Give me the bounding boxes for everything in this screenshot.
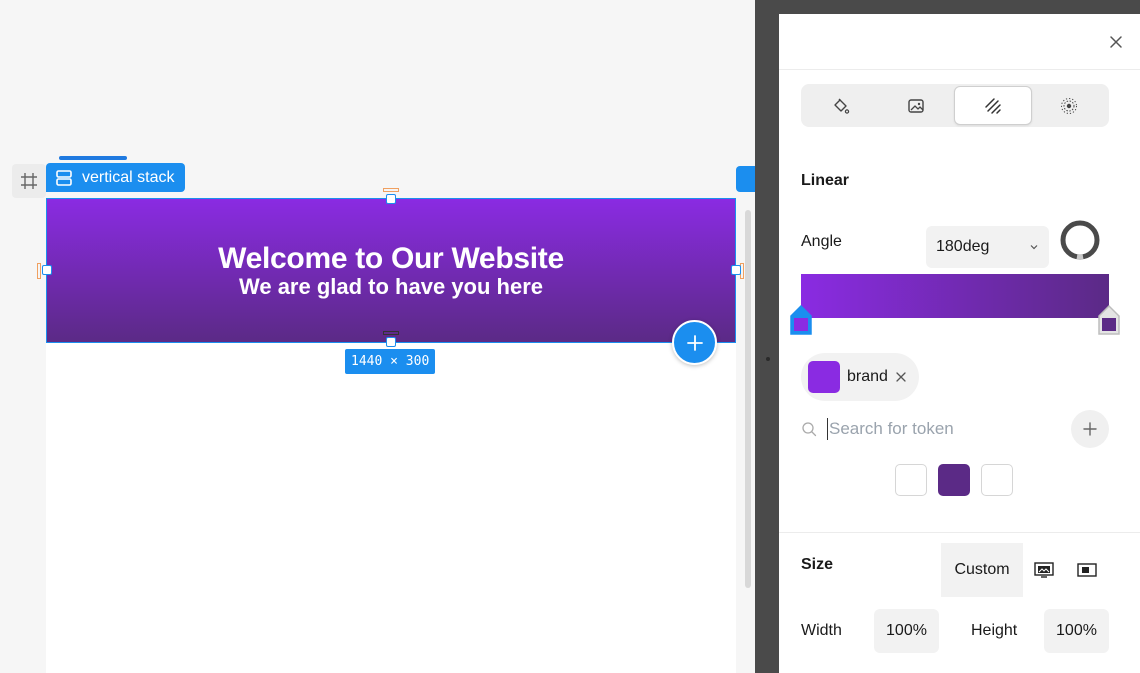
tab-image-fill[interactable]	[879, 86, 955, 125]
image-icon	[908, 98, 924, 113]
search-icon	[802, 422, 817, 437]
close-icon	[1110, 36, 1122, 48]
bottom-padding-marker[interactable]	[383, 331, 399, 335]
gradient-type-title: Linear	[801, 172, 850, 189]
tab-gradient-fill[interactable]	[954, 86, 1032, 125]
right-resize-handle[interactable]	[731, 265, 741, 275]
add-token-button[interactable]	[1071, 410, 1109, 448]
close-button[interactable]	[1106, 32, 1126, 52]
panel-header	[779, 14, 1140, 70]
token-name: brand	[847, 368, 888, 385]
stack-icon	[56, 169, 72, 186]
gradient-icon	[985, 97, 1001, 114]
image-fill-icon	[1034, 562, 1054, 578]
gradient-stop-start[interactable]	[789, 304, 813, 336]
size-custom-button[interactable]: Custom	[941, 543, 1023, 597]
width-input[interactable]: 100%	[874, 609, 939, 653]
left-padding-marker[interactable]	[37, 263, 41, 279]
token-color-swatch	[808, 361, 840, 393]
angle-value: 180deg	[936, 238, 990, 255]
edge-tab[interactable]	[736, 166, 755, 192]
height-input[interactable]: 100%	[1044, 609, 1109, 653]
selection-indicator	[59, 156, 127, 160]
hero-subtitle[interactable]: We are glad to have you here	[239, 274, 543, 300]
fill-type-tabs	[801, 84, 1109, 127]
radial-icon	[1061, 97, 1078, 114]
top-resize-handle[interactable]	[386, 194, 396, 204]
fill-settings-panel: Linear Angle 180deg brand Search for tok…	[779, 14, 1140, 673]
size-fit-button[interactable]	[1073, 556, 1101, 584]
left-resize-handle[interactable]	[42, 265, 52, 275]
bottom-resize-handle[interactable]	[386, 337, 396, 347]
frame-tool-button[interactable]	[12, 164, 46, 198]
token-search-input[interactable]	[827, 418, 1047, 440]
swatch-purple[interactable]	[938, 464, 970, 496]
tab-solid-fill[interactable]	[803, 86, 879, 125]
width-label: Width	[801, 622, 842, 639]
hero-section[interactable]: Welcome to Our Website We are glad to ha…	[46, 198, 736, 343]
top-padding-marker[interactable]	[383, 188, 399, 192]
chevron-down-icon	[1030, 245, 1038, 250]
color-token-chip[interactable]: brand	[801, 353, 919, 401]
stack-badge-label: vertical stack	[82, 168, 175, 186]
token-search	[801, 409, 1109, 449]
frame-icon	[21, 173, 37, 189]
size-fill-button[interactable]	[1030, 556, 1058, 584]
panel-gutter	[755, 0, 779, 673]
recent-swatches	[895, 464, 1013, 496]
plus-icon	[686, 334, 703, 351]
canvas-scrollbar[interactable]	[745, 210, 751, 588]
plus-icon	[1083, 422, 1097, 436]
hero-title[interactable]: Welcome to Our Website	[218, 243, 564, 274]
gradient-stop-end[interactable]	[1097, 304, 1121, 336]
image-fit-icon	[1077, 563, 1097, 577]
angle-select[interactable]: 180deg	[926, 226, 1049, 268]
paint-bucket-icon	[834, 98, 849, 114]
swatch-white-2[interactable]	[981, 464, 1013, 496]
section-divider	[779, 532, 1140, 533]
tab-radial-fill[interactable]	[1032, 86, 1108, 125]
add-section-button[interactable]	[672, 320, 717, 365]
height-label: Height	[971, 622, 1018, 639]
gradient-preview-bar[interactable]	[801, 274, 1109, 318]
gutter-dot	[766, 357, 770, 361]
design-canvas[interactable]: vertical stack Welcome to Our Website We…	[0, 0, 755, 673]
vertical-stack-badge[interactable]: vertical stack	[46, 163, 186, 192]
angle-label: Angle	[801, 233, 842, 250]
swatch-white[interactable]	[895, 464, 927, 496]
dimensions-badge: 1440 × 300	[345, 349, 436, 374]
angle-dial[interactable]	[1059, 219, 1101, 261]
remove-token-icon[interactable]	[895, 371, 907, 383]
panel-top-strip	[755, 0, 1140, 14]
size-title: Size	[801, 556, 834, 573]
